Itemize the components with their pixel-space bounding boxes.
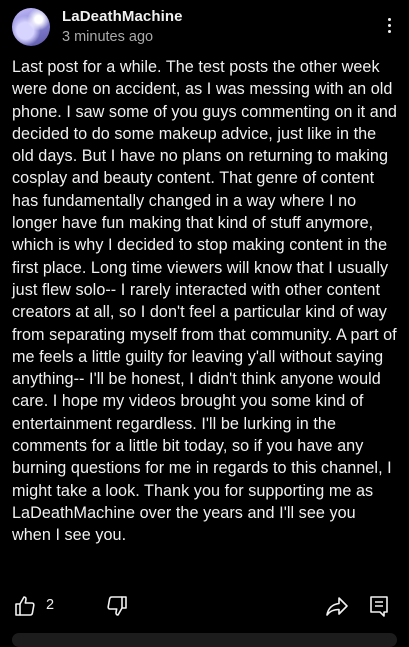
thumbs-up-icon[interactable]	[13, 594, 37, 618]
share-arrow-icon[interactable]	[325, 594, 349, 618]
comment-input-bar[interactable]	[12, 633, 397, 647]
post-timestamp: 3 minutes ago	[62, 29, 154, 45]
more-options-button[interactable]	[381, 12, 397, 38]
post-actions: 2	[0, 592, 409, 622]
community-post: LaDeathMachine 3 minutes ago Last post f…	[0, 0, 409, 647]
more-vertical-icon	[387, 17, 391, 21]
avatar[interactable]	[12, 8, 50, 46]
channel-name[interactable]: LaDeathMachine	[62, 8, 183, 25]
post-body: Last post for a while. The test posts th…	[12, 58, 397, 545]
like-count: 2	[46, 597, 55, 613]
post-header: LaDeathMachine 3 minutes ago	[12, 8, 397, 50]
thumbs-down-icon[interactable]	[105, 594, 129, 618]
comment-icon[interactable]	[367, 594, 391, 618]
